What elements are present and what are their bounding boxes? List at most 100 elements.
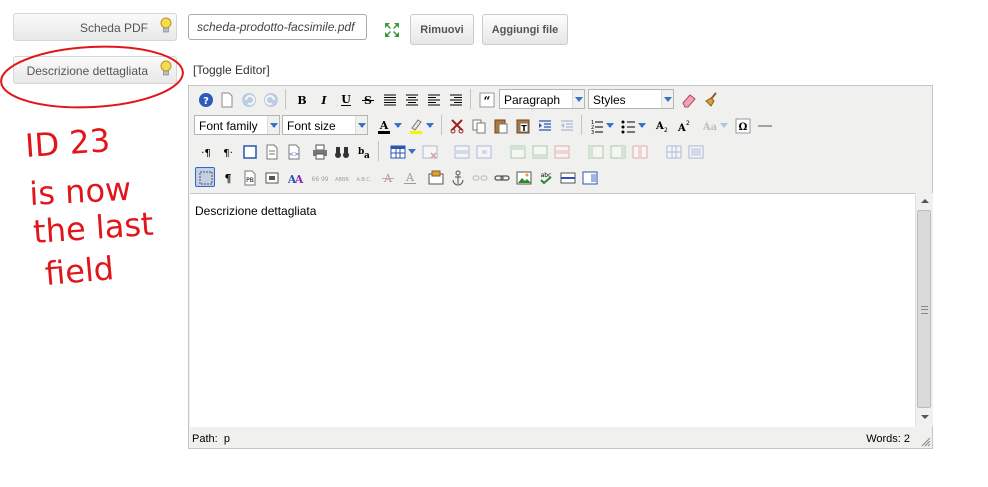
scroll-down-icon[interactable] (916, 409, 933, 426)
align-center-button[interactable] (401, 89, 421, 109)
expand-icon[interactable] (384, 22, 400, 38)
chevron-down-icon (355, 116, 367, 134)
anchor-button[interactable] (447, 167, 467, 187)
indent-button[interactable] (534, 115, 554, 135)
link-button[interactable] (491, 167, 511, 187)
del-button[interactable]: A (377, 167, 397, 187)
redo-button[interactable] (260, 89, 280, 109)
insert-row-before-button[interactable] (507, 141, 527, 161)
fullscreen-button[interactable] (239, 141, 259, 161)
image-button[interactable] (513, 167, 533, 187)
highlight-color-button[interactable] (405, 115, 425, 135)
insert-layer-button[interactable] (261, 167, 281, 187)
paste-button[interactable] (490, 115, 510, 135)
chevron-down-icon[interactable] (393, 115, 403, 135)
merge-cells-button[interactable] (685, 141, 705, 161)
content-paragraph[interactable]: Descrizione dettagliata (195, 204, 915, 218)
scroll-thumb[interactable] (917, 210, 931, 408)
copy-button[interactable] (468, 115, 488, 135)
scroll-up-icon[interactable] (916, 193, 933, 210)
chevron-down-icon[interactable] (425, 115, 435, 135)
unlink-button[interactable] (469, 167, 489, 187)
spellcheck-button[interactable]: abc (535, 167, 555, 187)
print-button[interactable] (309, 141, 329, 161)
special-character-button[interactable]: Ω (732, 115, 752, 135)
superscript-button[interactable]: A2 (673, 115, 693, 135)
html-source-button[interactable]: <> (283, 141, 303, 161)
toggle-editor-link[interactable]: [Toggle Editor] (193, 63, 270, 77)
remove-button[interactable]: Rimuovi (410, 14, 474, 45)
italic-button[interactable]: I (313, 89, 333, 109)
cleanup-button[interactable] (700, 89, 720, 109)
abbr-button[interactable]: ABBR (331, 167, 351, 187)
chevron-down-icon[interactable] (637, 115, 647, 135)
visual-aid-button[interactable] (195, 167, 215, 187)
delete-col-button[interactable] (629, 141, 649, 161)
bullet-list-button[interactable] (617, 115, 637, 135)
cite-button[interactable]: 66 99 (309, 167, 329, 187)
lightbulb-icon[interactable] (159, 17, 173, 35)
status-path-value[interactable]: p (224, 433, 230, 445)
paste-text-button[interactable]: T (512, 115, 532, 135)
acronym-icon: A.B.C. (356, 177, 371, 183)
eraser-icon (682, 94, 696, 108)
strikethrough-button[interactable]: S (357, 89, 377, 109)
visual-chars-button[interactable] (261, 141, 281, 161)
subscript-button[interactable]: A2 (651, 115, 671, 135)
editor-scrollbar[interactable] (915, 193, 933, 426)
horizontal-line-button[interactable] (557, 167, 577, 187)
file-name-field[interactable]: scheda-prodotto-facsimile.pdf (188, 14, 367, 40)
align-right-button[interactable] (445, 89, 465, 109)
resize-grip-icon[interactable] (921, 437, 931, 447)
new-document-button[interactable] (216, 89, 236, 109)
delete-row-button[interactable] (551, 141, 571, 161)
underline-button[interactable]: U (335, 89, 355, 109)
numbered-list-button[interactable]: 123 (585, 115, 605, 135)
format-select[interactable]: Paragraph (499, 89, 585, 109)
align-justify-button[interactable] (379, 89, 399, 109)
lightbulb-icon[interactable] (159, 60, 173, 78)
template-button[interactable] (579, 167, 599, 187)
ins-button[interactable]: A (399, 167, 419, 187)
rtl-button[interactable]: ¶· (217, 141, 237, 161)
font-size-select[interactable]: Font size (282, 115, 368, 135)
font-color-disabled-button[interactable]: Aa (699, 115, 719, 135)
editor-content[interactable]: Descrizione dettagliata (190, 193, 915, 427)
svg-text:Aa: Aa (702, 122, 718, 133)
acronym-button[interactable]: A.B.C. (353, 167, 373, 187)
ltr-button[interactable]: ·¶ (195, 141, 215, 161)
chevron-down-icon[interactable] (719, 115, 729, 135)
cut-button[interactable] (446, 115, 466, 135)
search-button[interactable] (331, 141, 351, 161)
cell-props-button[interactable] (473, 141, 493, 161)
insert-table-button[interactable] (387, 141, 407, 161)
help-button[interactable]: ? (195, 89, 215, 109)
remove-format-button[interactable] (678, 89, 698, 109)
font-family-select[interactable]: Font family (194, 115, 280, 135)
spellcheck-icon: abc (540, 172, 552, 185)
replace-button[interactable]: ba (353, 141, 373, 161)
row-props-button[interactable] (451, 141, 471, 161)
blockquote-button[interactable]: “ (476, 89, 496, 109)
attributes-button[interactable] (425, 167, 445, 187)
bold-button[interactable]: B (291, 89, 311, 109)
highlighter-icon (410, 119, 422, 134)
split-cells-button[interactable] (663, 141, 683, 161)
chevron-down-icon[interactable] (407, 141, 417, 161)
insert-row-after-button[interactable] (529, 141, 549, 161)
delete-table-button[interactable] (419, 141, 439, 161)
text-color-button[interactable]: A (373, 115, 393, 135)
outdent-button[interactable] (556, 115, 576, 135)
align-left-button[interactable] (423, 89, 443, 109)
chevron-down-icon[interactable] (605, 115, 615, 135)
styleprops-button[interactable]: AA (285, 167, 305, 187)
undo-button[interactable] (238, 89, 258, 109)
show-invisible-button[interactable]: ¶ (217, 167, 237, 187)
svg-text:2: 2 (686, 120, 690, 127)
insert-col-before-button[interactable] (585, 141, 605, 161)
styles-select[interactable]: Styles (588, 89, 674, 109)
horizontal-rule-button[interactable] (754, 115, 774, 135)
insert-col-after-button[interactable] (607, 141, 627, 161)
page-break-button[interactable]: PB (239, 167, 259, 187)
add-file-button[interactable]: Aggiungi file (482, 14, 568, 45)
